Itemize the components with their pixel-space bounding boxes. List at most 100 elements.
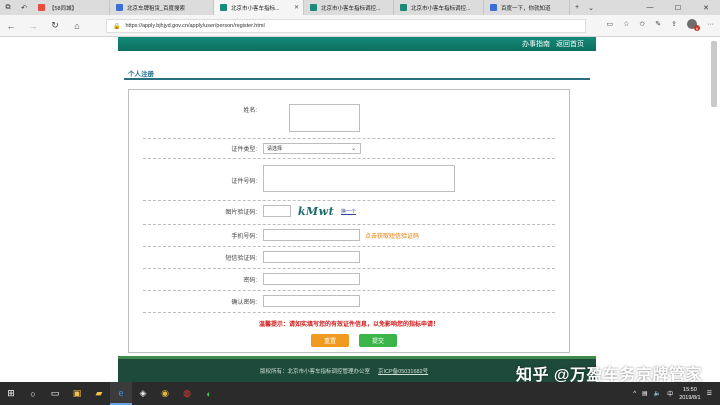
page-scrollbar[interactable]: [711, 41, 717, 107]
form-row-id-number: 证件号码:: [129, 158, 569, 200]
tray-expand-icon[interactable]: ^: [633, 391, 636, 397]
phone-input[interactable]: [263, 229, 360, 241]
notification-badge: 6: [694, 25, 700, 31]
more-menu-icon[interactable]: ···: [707, 21, 714, 28]
password-label: 密码:: [243, 278, 257, 284]
tab-favicon-icon: [116, 4, 123, 11]
network-icon[interactable]: ▤: [642, 390, 648, 397]
volume-icon[interactable]: 🔈: [654, 390, 661, 397]
register-content: 个人注册 姓名: 证件类型: 请选择 ⌄ 证件号码: 图片验证码: kMwt 换…: [118, 51, 596, 355]
form-row-captcha: 图片验证码: kMwt 换一个: [129, 200, 569, 224]
phone-label: 手机号码:: [231, 234, 257, 240]
form-row-name: 姓名:: [129, 90, 569, 132]
sms-code-label: 短信验证码:: [225, 256, 257, 262]
windows-taskbar: ⊞ ○ ▭ ▣ ▰ e ◈ ◉ ◍ ◐ ^ ▤ 🔈 中 15:50 2019/8…: [0, 382, 720, 405]
reading-view-icon[interactable]: ▭: [606, 20, 613, 28]
new-tab-icon[interactable]: +: [570, 0, 584, 15]
clock-date: 2019/8/1: [679, 394, 701, 401]
clock[interactable]: 15:50 2019/8/1: [679, 386, 700, 402]
task-view-icon[interactable]: ▭: [44, 382, 66, 405]
url-text: https://apply.bjhjyd.gov.cn/apply/user/p…: [125, 23, 265, 29]
store-icon[interactable]: ▣: [66, 382, 88, 405]
form-row-sms-code: 短信验证码:: [129, 246, 569, 268]
close-window-icon[interactable]: ✕: [692, 0, 720, 15]
wechat-icon[interactable]: ◐: [198, 382, 220, 405]
tab-favicon-icon: [490, 4, 497, 11]
profile-avatar[interactable]: 6: [687, 19, 700, 31]
captcha-input[interactable]: [263, 205, 291, 217]
id-number-input[interactable]: [263, 165, 455, 192]
tab-label: 【58同城】: [49, 5, 78, 12]
tab-label: 北京市小客车指标调控...: [411, 5, 471, 12]
security-icon[interactable]: ◈: [132, 382, 154, 405]
sms-code-input[interactable]: [263, 251, 360, 263]
tab-back-icon[interactable]: ↶: [16, 0, 32, 15]
favorites-list-icon[interactable]: ✩: [639, 20, 645, 28]
submit-button[interactable]: 提交: [359, 334, 397, 347]
id-type-select[interactable]: 请选择 ⌄: [263, 143, 361, 154]
id-number-label: 证件号码:: [231, 179, 257, 185]
share-icon[interactable]: ⇪: [671, 20, 677, 28]
form-row-phone: 手机号码: 点击获取短信验证码: [129, 224, 569, 246]
back-icon[interactable]: ←: [0, 15, 22, 37]
search-icon[interactable]: ○: [22, 382, 44, 405]
title-divider: [124, 78, 590, 80]
file-explorer-icon[interactable]: ▰: [88, 382, 110, 405]
chrome-icon[interactable]: ◉: [154, 382, 176, 405]
captcha-label: 图片验证码:: [225, 210, 257, 216]
tab-actions-icon[interactable]: ⧉: [0, 0, 16, 15]
confirm-password-input[interactable]: [263, 295, 360, 307]
netease-music-icon[interactable]: ◍: [176, 382, 198, 405]
url-field[interactable]: 🔒 https://apply.bjhjyd.gov.cn/apply/user…: [106, 19, 586, 33]
window-controls: — ☐ ✕: [636, 0, 720, 15]
dashed-divider: [143, 312, 555, 313]
home-link[interactable]: 返回首页: [556, 39, 584, 49]
guide-link[interactable]: 办事指南: [522, 39, 550, 49]
captcha-image[interactable]: kMwt: [295, 203, 337, 219]
name-label: 姓名:: [243, 108, 257, 114]
tab-favicon-icon: [310, 4, 317, 11]
name-input[interactable]: [289, 104, 360, 132]
chevron-down-icon: ⌄: [350, 146, 356, 152]
tab-favicon-icon: [400, 4, 407, 11]
watermark-text: 知乎 @万盈车务京牌管家: [515, 367, 702, 382]
browser-tab-3-active[interactable]: 北京市小客车指标... ✕: [214, 0, 304, 15]
browser-tab-6[interactable]: 百度一下，你就知道: [484, 0, 570, 15]
ime-icon[interactable]: 中: [667, 389, 673, 398]
refresh-icon[interactable]: ↻: [44, 15, 66, 37]
browser-tab-2[interactable]: 北京车牌租赁_百度搜索: [110, 0, 214, 15]
confirm-password-label: 确认密码:: [231, 300, 257, 306]
home-icon[interactable]: ⌂: [66, 15, 88, 37]
tab-label: 北京市小客车指标调控...: [321, 5, 381, 12]
edge-browser-icon[interactable]: e: [110, 382, 132, 405]
tab-close-icon[interactable]: ✕: [288, 4, 299, 11]
address-bar: ← → ↻ ⌂ 🔒 https://apply.bjhjyd.gov.cn/ap…: [0, 15, 720, 37]
browser-tab-1[interactable]: 【58同城】: [32, 0, 110, 15]
id-type-value: 请选择: [267, 146, 283, 152]
tab-list-icon[interactable]: ⌄: [584, 0, 598, 15]
system-tray: ^ ▤ 🔈 中 15:50 2019/8/1 ☰: [633, 382, 712, 405]
id-type-label: 证件类型:: [231, 147, 257, 153]
get-sms-code-link[interactable]: 点击获取短信验证码: [365, 231, 419, 240]
form-row-confirm-password: 确认密码:: [129, 290, 569, 312]
browser-tab-strip: ⧉ ↶ 【58同城】 北京车牌租赁_百度搜索 北京市小客车指标... ✕ 北京市…: [0, 0, 720, 15]
browser-tab-5[interactable]: 北京市小客车指标调控...: [394, 0, 484, 15]
start-icon[interactable]: ⊞: [0, 382, 22, 405]
form-row-password: 密码:: [129, 268, 569, 290]
notes-icon[interactable]: ✎: [655, 20, 661, 28]
captcha-refresh-link[interactable]: 换一个: [341, 208, 356, 215]
minimize-icon[interactable]: —: [636, 0, 664, 15]
browser-tab-4[interactable]: 北京市小客车指标调控...: [304, 0, 394, 15]
reset-button[interactable]: 重置: [311, 334, 349, 347]
site-header: 办事指南 返回首页: [118, 37, 596, 51]
tab-label: 百度一下，你就知道: [501, 5, 551, 12]
maximize-icon[interactable]: ☐: [664, 0, 692, 15]
forward-icon[interactable]: →: [22, 15, 44, 37]
icp-link[interactable]: 京ICP备05031682号: [378, 367, 428, 375]
notifications-icon[interactable]: ☰: [707, 390, 712, 397]
favorite-star-icon[interactable]: ☆: [623, 20, 629, 28]
tab-favicon-icon: [38, 4, 45, 11]
password-input[interactable]: [263, 273, 360, 285]
clock-time: 15:50: [683, 386, 697, 393]
warm-tip: 温馨提示：请如实填写您的有效证件信息，以免影响您的指标申请！: [258, 322, 439, 328]
